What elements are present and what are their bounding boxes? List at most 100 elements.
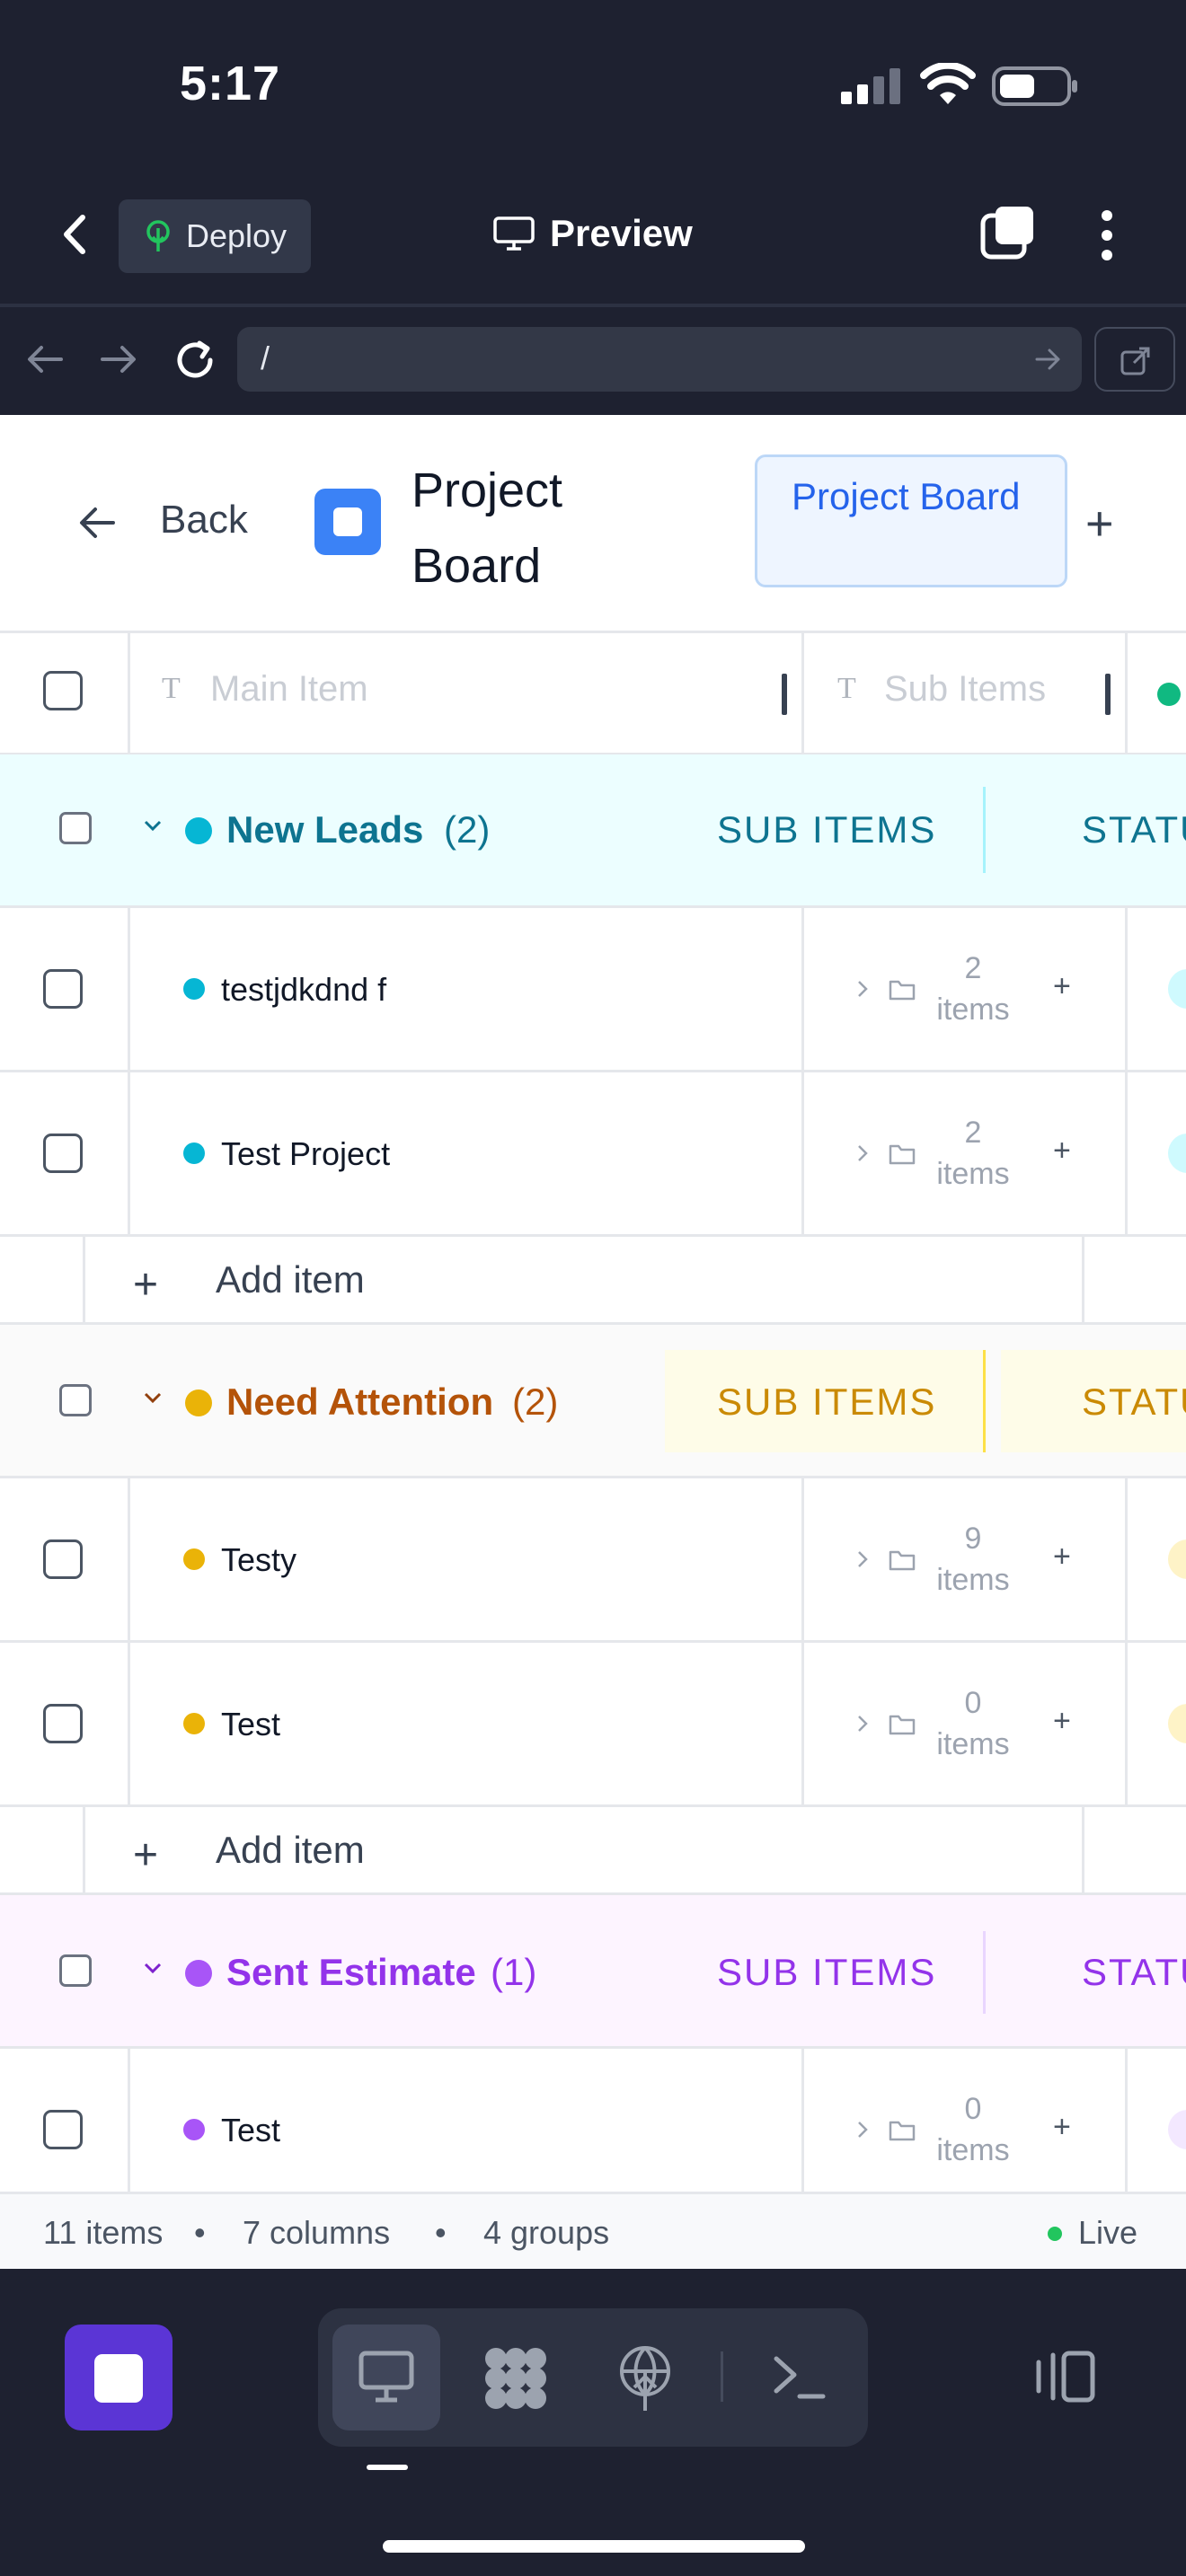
go-arrow-icon[interactable]: [1035, 347, 1062, 372]
tabs-switcher-icon[interactable]: [979, 205, 1037, 267]
home-indicator[interactable]: [383, 2540, 805, 2553]
collapse-chevron-icon[interactable]: [142, 1389, 164, 1412]
item-dot: [183, 1142, 205, 1164]
sidebar-toggle-icon[interactable]: [1033, 2348, 1098, 2410]
group-header-divider: [983, 787, 986, 873]
status-column-dot: [1157, 683, 1181, 706]
deploy-button[interactable]: Deploy: [119, 199, 311, 273]
row-checkbox[interactable]: [43, 969, 83, 1009]
board-back-arrow-icon[interactable]: [77, 505, 117, 545]
column-divider: [1125, 1072, 1128, 1234]
collapse-chevron-icon[interactable]: [142, 817, 164, 840]
table-row[interactable]: Test 0 items +: [0, 1643, 1186, 1804]
column-resize-handle[interactable]: [1105, 674, 1111, 715]
row-checkbox[interactable]: [43, 2110, 83, 2149]
preview-label: Preview: [550, 212, 693, 254]
sub-items-unit: items: [936, 992, 1010, 1027]
add-sub-item-button[interactable]: +: [1053, 1539, 1071, 1575]
table-row[interactable]: testjdkdnd f 2 items +: [0, 908, 1186, 1070]
add-item-row[interactable]: + Add item: [0, 1807, 1186, 1892]
tab-project-board[interactable]: Project Board: [755, 454, 1067, 587]
open-external-button[interactable]: [1094, 327, 1175, 392]
table-row[interactable]: Test 0 items +: [0, 2049, 1186, 2210]
group-checkbox[interactable]: [59, 1384, 92, 1416]
footer-separator: •: [435, 2214, 447, 2251]
status-pill[interactable]: [1168, 969, 1186, 1009]
group-count: (1): [491, 1951, 537, 1993]
add-view-button[interactable]: +: [1085, 496, 1114, 551]
column-divider: [1125, 908, 1128, 1070]
group-header-need-attention[interactable]: Need Attention (2) SUB ITEMS STATU: [0, 1325, 1186, 1476]
terminal-icon[interactable]: [771, 2350, 828, 2408]
column-header-sub-items[interactable]: Sub Items: [884, 669, 1046, 710]
item-name[interactable]: testjdkdnd f: [221, 971, 386, 1009]
column-divider: [801, 633, 804, 754]
group-checkbox[interactable]: [59, 812, 92, 844]
column-divider: [1082, 1807, 1084, 1892]
select-all-checkbox[interactable]: [43, 671, 83, 710]
desktop-view-icon[interactable]: [358, 2348, 415, 2410]
item-name[interactable]: Test: [221, 2112, 280, 2149]
row-checkbox[interactable]: [43, 1134, 83, 1173]
back-chevron-icon[interactable]: [58, 212, 93, 261]
status-pill[interactable]: [1168, 1539, 1186, 1579]
group-header-new-leads[interactable]: New Leads (2) SUB ITEMS STATU: [0, 754, 1186, 905]
more-options-icon[interactable]: [1098, 208, 1116, 267]
expand-chevron-icon[interactable]: [855, 1713, 870, 1739]
status-pill[interactable]: [1168, 1134, 1186, 1173]
row-checkbox[interactable]: [43, 1539, 83, 1579]
group-header-sent-estimate[interactable]: Sent Estimate (1) SUB ITEMS STATU: [0, 1895, 1186, 2046]
group-dot: [185, 1960, 212, 1987]
group-status-header: STATU: [1082, 1381, 1186, 1423]
table-footer: 11 items • 7 columns • 4 groups Live: [0, 2192, 1186, 2272]
collapse-chevron-icon[interactable]: [142, 1960, 164, 1982]
browser-back-icon[interactable]: [25, 343, 65, 380]
folder-icon: [888, 1547, 916, 1576]
group-dot: [185, 1389, 212, 1416]
add-sub-item-button[interactable]: +: [1053, 969, 1071, 1004]
expand-chevron-icon[interactable]: [855, 978, 870, 1004]
item-name[interactable]: Test: [221, 1706, 280, 1743]
table-row[interactable]: Testy 9 items +: [0, 1478, 1186, 1640]
sub-items-unit: items: [936, 2133, 1010, 2167]
column-divider: [1125, 1643, 1128, 1804]
text-type-icon: T: [162, 672, 181, 705]
toolbar-divider: [721, 2351, 723, 2402]
column-divider: [128, 1643, 130, 1804]
item-name[interactable]: Test Project: [221, 1135, 390, 1173]
preview-tab[interactable]: Preview: [492, 212, 693, 255]
column-resize-handle[interactable]: [782, 674, 787, 715]
add-sub-item-button[interactable]: +: [1053, 1704, 1071, 1739]
expand-chevron-icon[interactable]: [855, 1548, 870, 1575]
status-time: 5:17: [180, 57, 281, 110]
status-pill[interactable]: [1168, 1704, 1186, 1743]
expand-chevron-icon[interactable]: [855, 2119, 870, 2145]
item-name[interactable]: Testy: [221, 1541, 296, 1579]
row-checkbox[interactable]: [43, 1704, 83, 1743]
board-icon: [314, 489, 381, 555]
add-sub-item-button[interactable]: +: [1053, 1134, 1071, 1169]
deploy-globe-icon[interactable]: [616, 2344, 674, 2417]
group-checkbox[interactable]: [59, 1954, 92, 1987]
column-divider: [128, 908, 130, 1070]
group-header-divider: [983, 1350, 986, 1452]
table-row[interactable]: Test Project 2 items +: [0, 1072, 1186, 1234]
column-divider: [83, 1807, 85, 1892]
browser-forward-icon[interactable]: [99, 343, 138, 380]
group-sub-items-header: SUB ITEMS: [717, 1951, 937, 1993]
status-pill[interactable]: [1168, 2110, 1186, 2149]
add-item-row[interactable]: + Add item: [0, 1237, 1186, 1322]
folder-icon: [888, 1711, 916, 1741]
column-header-main-item[interactable]: Main Item: [210, 669, 368, 710]
footer-separator: •: [194, 2214, 206, 2251]
add-item-label: Add item: [216, 1829, 365, 1871]
add-sub-item-button[interactable]: +: [1053, 2110, 1071, 2145]
reload-icon[interactable]: [173, 338, 217, 387]
url-field[interactable]: /: [237, 327, 1082, 392]
app-stop-button[interactable]: [65, 2325, 173, 2430]
expand-chevron-icon[interactable]: [855, 1142, 870, 1169]
add-item-plus-icon: +: [133, 1831, 159, 1879]
back-button[interactable]: Back: [160, 498, 248, 543]
components-icon[interactable]: [482, 2344, 550, 2417]
board-title: Project Board: [412, 463, 563, 593]
